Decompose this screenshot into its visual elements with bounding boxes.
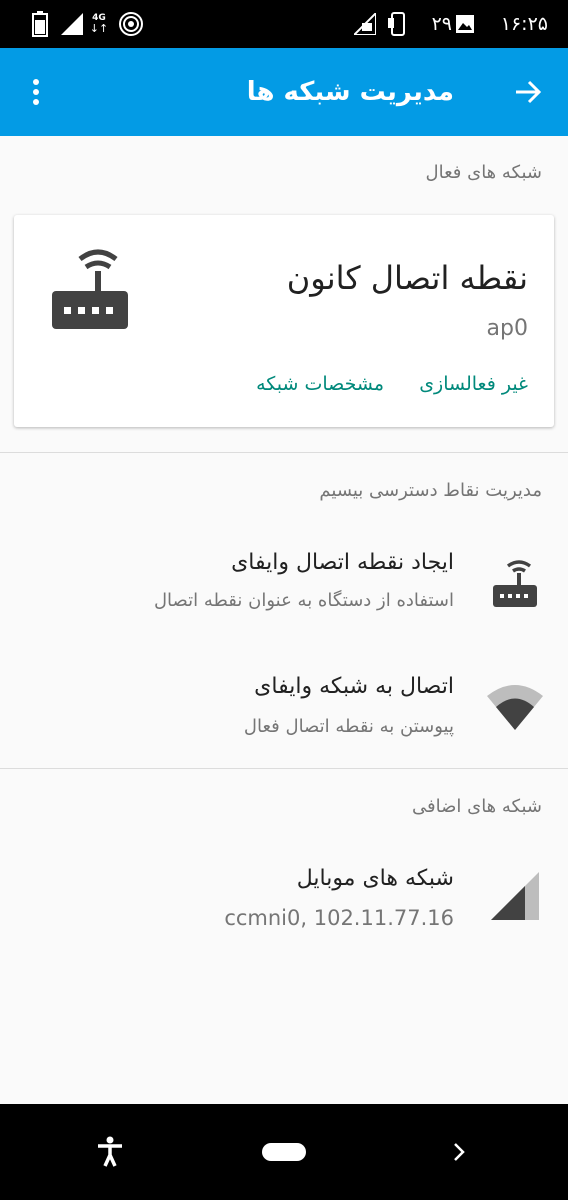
list-item-subtitle: استفاده از دستگاه به عنوان نقطه اتصال [153,590,454,611]
divider [0,452,568,453]
list-item-mobile-networks[interactable]: شبکه های موبایل ccmni0, 102.11.77.16 [0,846,568,956]
cellular-signal-icon [480,870,550,922]
list-item-join-wifi[interactable]: اتصال به شبکه وایفای پیوستن به نقطه اتصا… [0,648,568,758]
card-subtitle: ap0 [486,316,528,341]
home-pill-icon[interactable] [262,1128,306,1176]
list-item-title: شبکه های موبایل [296,866,454,891]
accessibility-icon[interactable] [86,1128,134,1176]
active-network-card: نقطه اتصال کانون ap0 غیر فعالسازی مشخصات… [14,215,554,427]
list-item-title: ایجاد نقطه اتصال وایفای [231,550,454,575]
network-type-indicator: 4G ↓↑ [88,0,110,48]
navigation-bar [0,1104,568,1200]
deactivate-button[interactable]: غیر فعالسازی [419,373,528,395]
list-item-subtitle: پیوستن به نقطه اتصال فعال [243,716,454,737]
chevron-icon[interactable] [444,1128,474,1176]
section-header-wireless: مدیریت نقاط دسترسی بیسیم [319,480,542,501]
battery-icon [30,0,50,48]
list-item-title: اتصال به شبکه وایفای [254,674,454,699]
page-title: مدیریت شبکه ها [246,77,454,107]
data-arrows-icon: ↓↑ [89,22,109,35]
section-header-extra: شبکه های اضافی [412,796,542,817]
hotspot-icon [118,0,144,48]
card-title: نقطه اتصال کانون [286,259,528,297]
image-icon [454,0,476,48]
router-icon [480,558,550,608]
signal-icon [60,0,84,48]
phone-icon [386,0,410,48]
sim-icon [352,0,378,48]
divider [0,768,568,769]
list-item-subtitle: ccmni0, 102.11.77.16 [224,906,454,930]
router-icon [50,249,130,337]
network-details-button[interactable]: مشخصات شبکه [256,373,384,395]
status-bar: 4G ↓↑ ۲۹ ۱۶:۲۵ [0,0,568,48]
back-arrow-icon[interactable] [502,66,554,118]
list-item-create-hotspot[interactable]: ایجاد نقطه اتصال وایفای استفاده از دستگا… [0,530,568,640]
wifi-icon [480,678,550,734]
section-header-active: شبکه های فعال [425,162,542,183]
app-bar: مدیریت شبکه ها [0,48,568,136]
status-clock: ۱۶:۲۵ [500,13,548,35]
notification-count: ۲۹ [431,13,452,35]
more-vert-icon[interactable] [10,66,62,118]
